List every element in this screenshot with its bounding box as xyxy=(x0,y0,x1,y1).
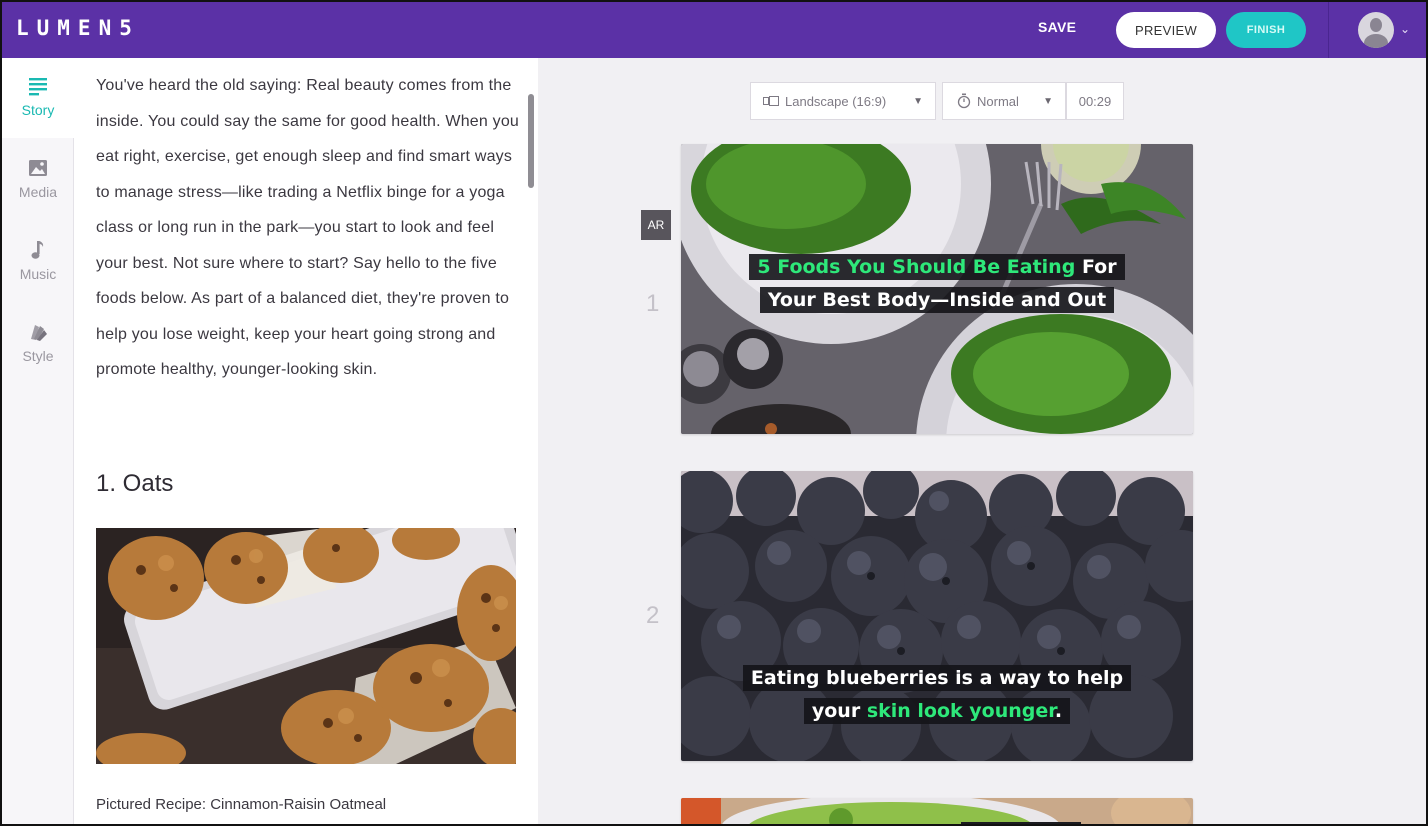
finish-button[interactable]: FINISH xyxy=(1226,12,1306,48)
chevron-down-icon: ▼ xyxy=(1043,95,1053,107)
story-scrollbar[interactable] xyxy=(528,94,534,188)
app-window: LUMEN5 SAVE PREVIEW FINISH ⌄ Story Media… xyxy=(2,2,1426,824)
music-note-icon xyxy=(31,241,44,259)
sidebar-item-style[interactable]: Style xyxy=(2,304,74,384)
sidebar-item-music[interactable]: Music xyxy=(2,222,74,302)
caption-text: your xyxy=(811,700,867,722)
story-lines-icon xyxy=(29,78,47,96)
caption-line: Your Best Body—Inside and Out xyxy=(759,287,1115,313)
cookies-photo-illustration xyxy=(96,528,516,764)
sidebar-item-story[interactable]: Story xyxy=(2,58,74,138)
avatar-head-shape xyxy=(1370,18,1382,32)
video-duration: 00:29 xyxy=(1066,82,1124,120)
slide-3-card[interactable] xyxy=(681,798,1193,824)
slide-2-caption[interactable]: Eating blueberries is a way to help your… xyxy=(681,662,1193,728)
sidebar-item-label: Style xyxy=(22,348,54,364)
save-button[interactable]: SAVE xyxy=(1038,19,1076,35)
caption-text: . xyxy=(1054,700,1063,722)
slide-1-caption[interactable]: 5 Foods You Should Be Eating For Your Be… xyxy=(681,251,1193,317)
slide-number: 1 xyxy=(646,290,660,317)
salad-photo-illustration xyxy=(681,798,1193,824)
avatar-body-shape xyxy=(1364,34,1388,48)
slide-2-card[interactable]: Eating blueberries is a way to help your… xyxy=(681,471,1193,761)
lumen5-logo[interactable]: LUMEN5 xyxy=(16,16,140,40)
chevron-down-icon: ▼ xyxy=(913,95,923,107)
caption-highlight: skin look younger xyxy=(866,700,1055,722)
ar-badge[interactable]: AR xyxy=(641,210,671,240)
story-paragraph[interactable]: You've heard the old saying: Real beauty… xyxy=(96,68,526,388)
story-editor[interactable]: You've heard the old saying: Real beauty… xyxy=(74,58,538,824)
user-avatar[interactable] xyxy=(1358,12,1394,48)
side-nav: Story Media Music Style xyxy=(2,58,74,824)
image-caption[interactable]: Pictured Recipe: Cinnamon-Raisin Oatmeal xyxy=(96,796,386,813)
caption-line: your skin look younger. xyxy=(803,698,1071,724)
aspect-ratio-dropdown[interactable]: Landscape (16:9) ▼ xyxy=(750,82,936,120)
slide-1-card[interactable]: 5 Foods You Should Be Eating For Your Be… xyxy=(681,144,1193,434)
topbar-divider xyxy=(1328,2,1329,58)
top-bar: LUMEN5 SAVE PREVIEW FINISH ⌄ xyxy=(2,2,1426,58)
style-swatch-icon xyxy=(31,325,47,341)
caption-line: 5 Foods You Should Be Eating For xyxy=(749,254,1125,280)
caption-line: Eating blueberries is a way to help xyxy=(742,665,1132,691)
story-heading[interactable]: 1. Oats xyxy=(96,470,173,498)
sidebar-item-media[interactable]: Media xyxy=(2,140,74,220)
oatmeal-cookies-image[interactable] xyxy=(96,528,516,764)
preview-button[interactable]: PREVIEW xyxy=(1116,12,1216,48)
speed-dropdown[interactable]: Normal ▼ xyxy=(942,82,1066,120)
sidebar-item-label: Media xyxy=(18,184,58,200)
caption-highlight: 5 Foods You Should Be Eating xyxy=(757,256,1076,278)
sidebar-item-label: Story xyxy=(21,102,55,118)
aspect-ratio-label: Landscape (16:9) xyxy=(785,93,887,109)
image-icon xyxy=(29,160,47,176)
aspect-ratio-icon xyxy=(763,96,779,106)
stopwatch-icon xyxy=(957,93,971,109)
caption-text: For xyxy=(1075,256,1117,278)
speed-label: Normal xyxy=(977,93,1019,109)
video-preview-area: Landscape (16:9) ▼ Normal ▼ 00:29 AR 1 5… xyxy=(538,58,1426,824)
chevron-down-icon[interactable]: ⌄ xyxy=(1400,22,1410,36)
slide-number: 2 xyxy=(646,602,660,629)
sidebar-item-label: Music xyxy=(19,266,57,282)
